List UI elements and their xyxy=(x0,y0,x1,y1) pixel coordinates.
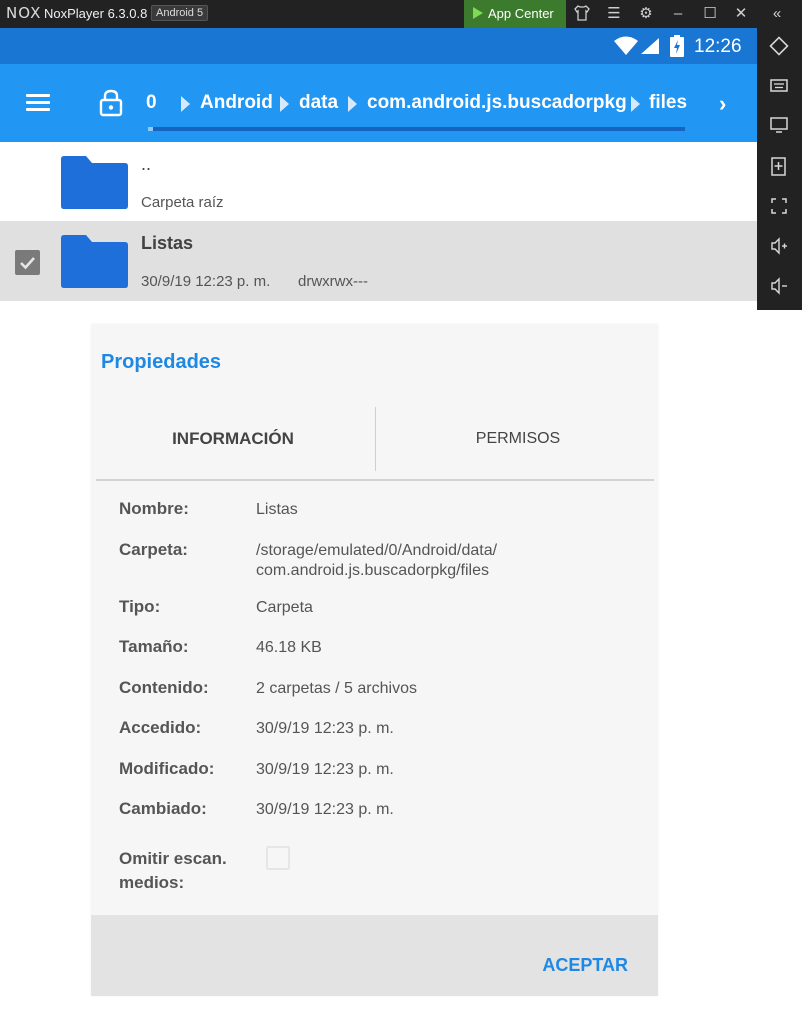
menu-lines-icon[interactable]: ☰ xyxy=(604,4,624,24)
breadcrumb-item[interactable]: files xyxy=(649,92,687,114)
property-label: Tamaño: xyxy=(119,637,189,656)
property-value: 2 carpetas / 5 archivos xyxy=(256,680,417,697)
property-label: Tipo: xyxy=(119,597,161,616)
wifi-icon xyxy=(614,36,638,61)
checkbox-checked-icon[interactable] xyxy=(15,250,40,275)
chevron-right-icon[interactable]: › xyxy=(719,91,726,117)
settings-gear-icon[interactable]: ⚙ xyxy=(636,4,656,24)
accept-button[interactable]: ACEPTAR xyxy=(542,955,628,976)
rotate-icon[interactable] xyxy=(767,36,791,60)
battery-charging-icon xyxy=(670,35,684,62)
volume-up-icon[interactable] xyxy=(767,236,791,260)
emulator-titlebar: NOX NoxPlayer 6.3.0.8 Android 5 App Cent… xyxy=(0,0,802,28)
property-value: /storage/emulated/0/Android/data/ xyxy=(256,542,498,559)
fullscreen-icon[interactable] xyxy=(767,196,791,220)
breadcrumb-item[interactable]: 0 xyxy=(146,92,157,114)
list-item-subtitle: Carpeta raíz xyxy=(141,194,224,211)
breadcrumb-separator-icon xyxy=(280,96,289,112)
folder-icon xyxy=(61,156,128,209)
breadcrumb-scroll-indicator xyxy=(148,127,685,131)
android-status-bar: 12:26 xyxy=(0,28,757,64)
tab-information[interactable]: INFORMACIÓN xyxy=(96,407,370,471)
close-icon[interactable]: ✕ xyxy=(731,4,751,24)
collapse-sidebar-icon[interactable]: « xyxy=(767,4,787,24)
app-center-button[interactable]: App Center xyxy=(464,0,566,28)
property-value: 46.18 KB xyxy=(256,639,322,656)
property-value: 30/9/19 12:23 p. m. xyxy=(256,720,394,737)
emulator-sidebar xyxy=(757,28,802,310)
screen-icon[interactable] xyxy=(767,116,791,140)
android-version-badge: Android 5 xyxy=(151,5,209,21)
omit-scan-label-line2: medios: xyxy=(119,873,185,892)
dialog-footer: ACEPTAR xyxy=(91,915,658,996)
property-value-line2: com.android.js.buscadorpkg/files xyxy=(256,562,490,579)
property-label: Contenido: xyxy=(119,678,209,697)
emulator-title: NoxPlayer 6.3.0.8 xyxy=(44,6,148,21)
clock: 12:26 xyxy=(694,36,742,57)
dialog-title: Propiedades xyxy=(101,351,222,373)
folder-icon xyxy=(61,235,128,288)
signal-icon xyxy=(640,37,660,60)
nox-logo: NOX xyxy=(6,4,42,22)
property-value: Carpeta xyxy=(256,599,313,616)
breadcrumb-separator-icon xyxy=(348,96,357,112)
app-center-label: App Center xyxy=(488,6,554,21)
maximize-icon[interactable]: ☐ xyxy=(700,4,720,24)
properties-dialog: Propiedades INFORMACIÓN PERMISOS Nombre:… xyxy=(91,324,658,996)
property-label: Carpeta: xyxy=(119,540,188,559)
property-label: Nombre: xyxy=(119,499,189,518)
volume-down-icon[interactable] xyxy=(767,276,791,300)
install-apk-icon[interactable] xyxy=(767,156,791,180)
property-label: Modificado: xyxy=(119,759,215,778)
list-item-parent-folder[interactable]: .. Carpeta raíz xyxy=(0,142,757,222)
breadcrumb-item[interactable]: com.android.js.buscadorpkg xyxy=(367,92,627,114)
tab-underline xyxy=(96,479,654,481)
minimize-icon[interactable]: – xyxy=(668,4,688,24)
hamburger-menu-icon[interactable] xyxy=(26,94,50,112)
lock-icon[interactable] xyxy=(99,89,123,117)
breadcrumb-separator-icon xyxy=(181,96,190,112)
list-item-selected-folder[interactable]: Listas 30/9/19 12:23 p. m. drwxrwx--- xyxy=(0,221,757,301)
theme-shirt-icon[interactable] xyxy=(572,4,592,24)
breadcrumb-item[interactable]: data xyxy=(299,92,338,114)
list-item-permissions: drwxrwx--- xyxy=(298,273,368,290)
breadcrumb-item[interactable]: Android xyxy=(200,92,273,114)
list-item-name: .. xyxy=(141,154,152,174)
property-label: Accedido: xyxy=(119,718,202,737)
property-value: Listas xyxy=(256,501,298,518)
property-value: 30/9/19 12:23 p. m. xyxy=(256,761,394,778)
property-value: 30/9/19 12:23 p. m. xyxy=(256,801,394,818)
property-label: Cambiado: xyxy=(119,799,207,818)
omit-scan-label: Omitir escan. xyxy=(119,849,227,868)
breadcrumb-separator-icon xyxy=(631,96,640,112)
play-store-icon xyxy=(473,7,483,19)
breadcrumb-scroll-thumb xyxy=(148,127,153,131)
list-item-name: Listas xyxy=(141,233,194,253)
omit-scan-checkbox[interactable] xyxy=(266,846,290,870)
tab-permissions[interactable]: PERMISOS xyxy=(376,407,660,471)
keyboard-icon[interactable] xyxy=(767,76,791,100)
list-item-date: 30/9/19 12:23 p. m. xyxy=(141,273,271,290)
